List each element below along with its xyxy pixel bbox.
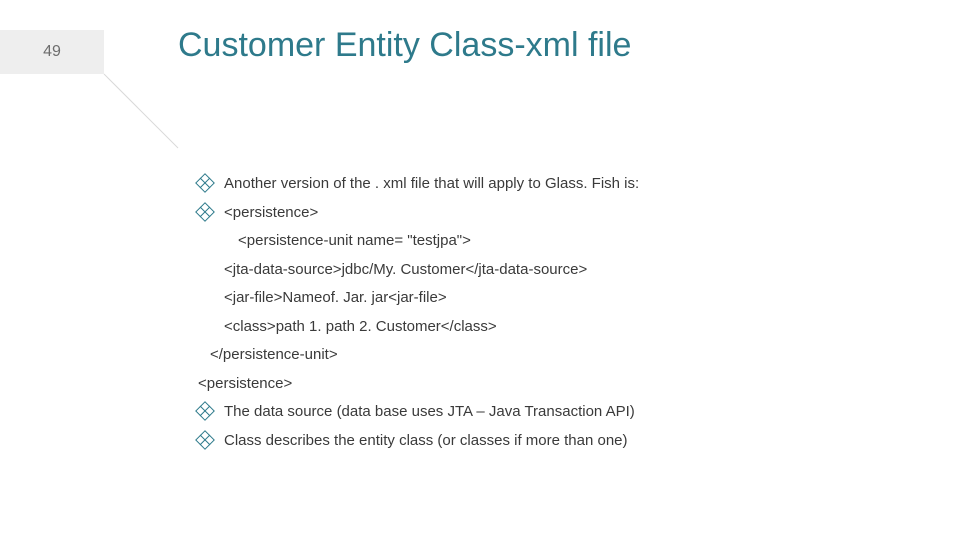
- bullet-text: <persistence>: [224, 199, 318, 228]
- diamond-bullet-icon: [195, 401, 215, 421]
- code-text: <class>path 1. path 2. Customer</class>: [224, 313, 497, 342]
- page-number: 49: [43, 43, 61, 61]
- slide-title: Customer Entity Class-xml file: [178, 26, 631, 65]
- code-text: <jta-data-source>jdbc/My. Customer</jta-…: [224, 256, 587, 285]
- bullet-item: Class describes the entity class (or cla…: [198, 427, 900, 456]
- page-number-badge: 49: [0, 30, 104, 74]
- diamond-bullet-icon: [195, 202, 215, 222]
- accent-divider-icon: [104, 74, 178, 148]
- code-text: <jar-file>Nameof. Jar. jar<jar-file>: [224, 284, 447, 313]
- diamond-bullet-icon: [195, 173, 215, 193]
- bullet-item: The data source (data base uses JTA – Ja…: [198, 398, 900, 427]
- code-line: <persistence>: [198, 370, 900, 399]
- bullet-item: Another version of the . xml file that w…: [198, 170, 900, 199]
- code-text: <persistence>: [198, 370, 292, 399]
- bullet-item: <persistence>: [198, 199, 900, 228]
- slide: 49 Customer Entity Class-xml file Anothe…: [0, 0, 960, 540]
- bullet-text: The data source (data base uses JTA – Ja…: [224, 398, 635, 427]
- code-line: <class>path 1. path 2. Customer</class>: [198, 313, 900, 342]
- code-text: <persistence-unit name= "testjpa">: [238, 227, 471, 256]
- code-line: <jar-file>Nameof. Jar. jar<jar-file>: [198, 284, 900, 313]
- code-text: </persistence-unit>: [210, 341, 338, 370]
- slide-body: Another version of the . xml file that w…: [198, 170, 900, 455]
- code-line: <jta-data-source>jdbc/My. Customer</jta-…: [198, 256, 900, 285]
- bullet-text: Another version of the . xml file that w…: [224, 170, 639, 199]
- code-line: <persistence-unit name= "testjpa">: [198, 227, 900, 256]
- diamond-bullet-icon: [195, 430, 215, 450]
- bullet-text: Class describes the entity class (or cla…: [224, 427, 628, 456]
- code-line: </persistence-unit>: [198, 341, 900, 370]
